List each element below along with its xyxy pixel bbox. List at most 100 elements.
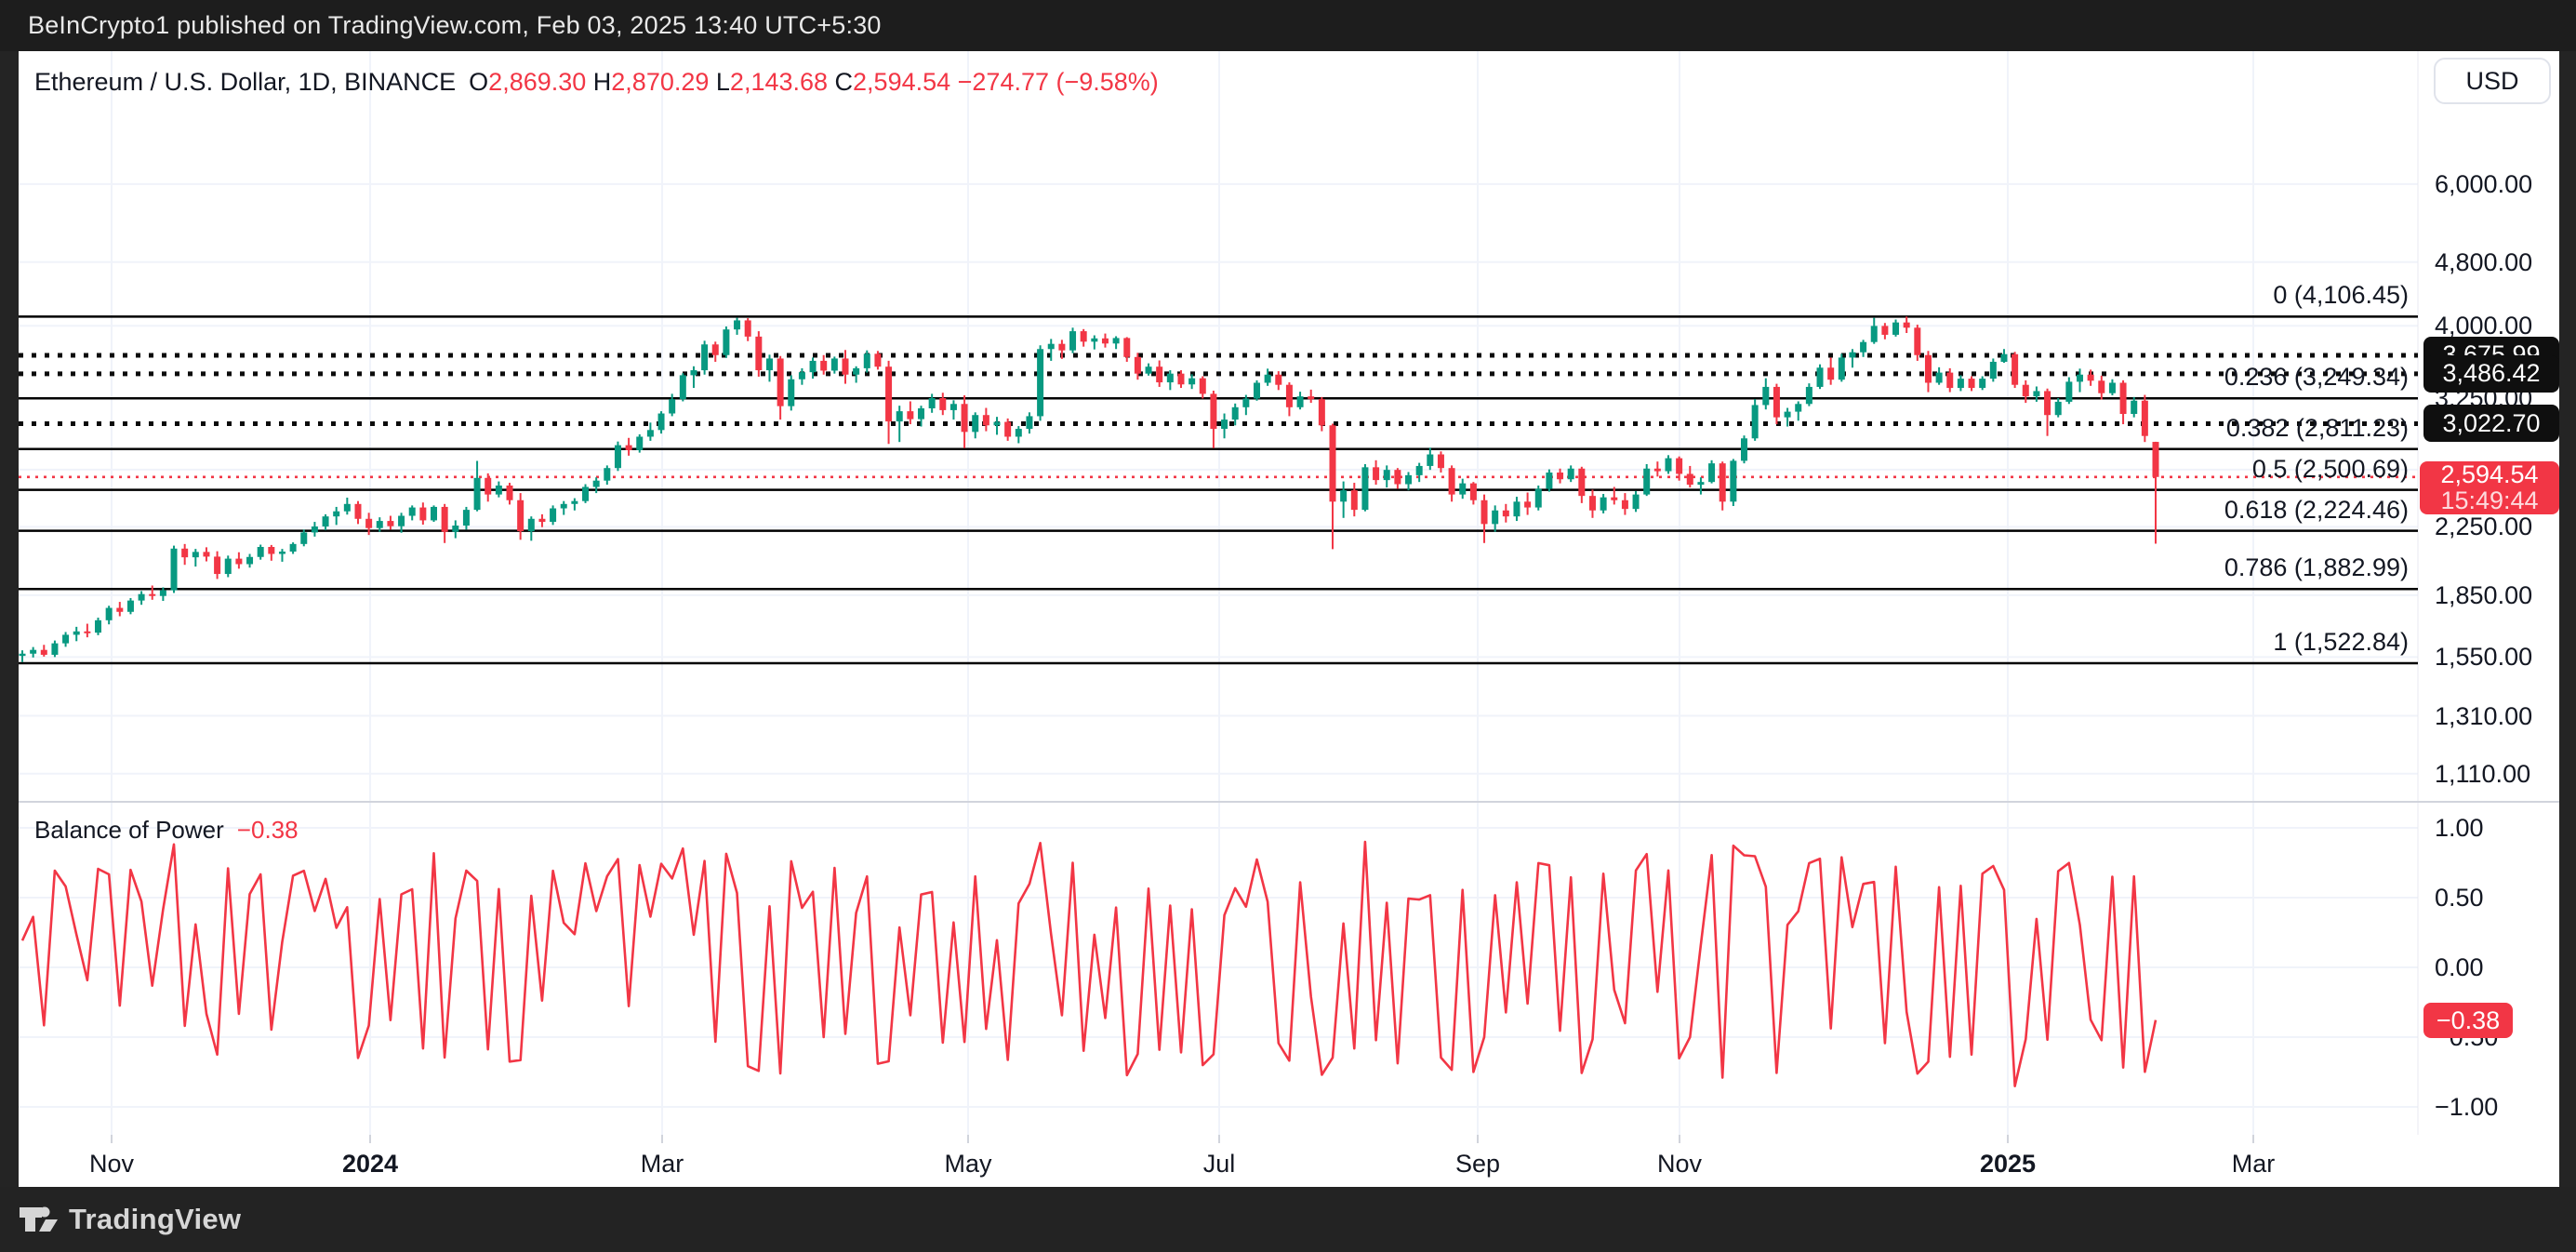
candle-body-up	[1730, 460, 1736, 501]
candle-body-down	[1081, 331, 1087, 341]
candle-body-up	[1242, 398, 1249, 406]
price-tick-label[interactable]: 1,110.00	[2435, 760, 2530, 788]
candle-body-up	[463, 510, 470, 526]
candle-body-down	[1449, 468, 1455, 494]
candle-body-up	[1892, 323, 1899, 335]
candle-body-up	[1297, 396, 1304, 407]
ohlc-key: O	[469, 68, 488, 96]
candle-body-down	[874, 353, 881, 366]
candle-body-up	[1459, 484, 1466, 495]
price-tick-label[interactable]: 6,000.00	[2435, 170, 2532, 198]
candle-body-down	[1210, 393, 1216, 429]
candle-body-down	[1177, 374, 1184, 385]
price-tick-label[interactable]: 1,850.00	[2435, 581, 2532, 609]
candle-body-up	[452, 526, 458, 532]
candle-body-down	[1438, 455, 1444, 469]
tradingview-brand[interactable]: TradingView	[19, 1201, 241, 1238]
candle-body-up	[312, 526, 318, 532]
price-tick-label[interactable]: 4,800.00	[2435, 248, 2532, 276]
candle-body-down	[1135, 357, 1141, 374]
candle-body-up	[1708, 463, 1715, 482]
candle-body-down	[745, 320, 751, 336]
candle-body-down	[1589, 496, 1596, 511]
candle-body-up	[1427, 455, 1433, 466]
candle-body-up	[1535, 489, 1542, 508]
candle-body-up	[1221, 420, 1228, 429]
candle-body-up	[1860, 342, 1866, 353]
indicator-tick-label[interactable]: 1.00	[2435, 814, 2484, 842]
candle-body-up	[323, 516, 329, 526]
candle-body-down	[387, 521, 393, 526]
candle-body-down	[2142, 401, 2148, 436]
candle-body-up	[20, 654, 26, 656]
price-tick-label[interactable]: 1,550.00	[2435, 643, 2532, 671]
candle-body-up	[1785, 412, 1791, 418]
candle-body-up	[2055, 402, 2062, 415]
candle-body-down	[842, 358, 848, 374]
candle-body-up	[1048, 344, 1055, 350]
candle-body-down	[1200, 379, 1206, 394]
price-tick-label[interactable]: 1,310.00	[2435, 702, 2532, 730]
indicator-tick-label[interactable]: 0.00	[2435, 953, 2484, 981]
candle-body-down	[1004, 422, 1011, 437]
candle-body-down	[1654, 469, 1661, 472]
fib-level-label: 0.236 (3,249.34)	[2224, 365, 2409, 390]
candle-body-down	[2153, 442, 2159, 477]
ohlc-value: 2,870.29	[611, 68, 716, 96]
time-tick-label[interactable]: Mar	[2232, 1150, 2276, 1179]
indicator-tick-label[interactable]: −1.00	[2435, 1093, 2498, 1121]
fib-level-label: 1 (1,522.84)	[2273, 630, 2409, 655]
candle-body-down	[235, 559, 242, 565]
time-tick-label[interactable]: 2025	[1980, 1150, 2036, 1179]
candle-body-down	[442, 507, 448, 532]
time-tick-label[interactable]: Mar	[641, 1150, 684, 1179]
candle-body-up	[701, 344, 708, 370]
candle-body-down	[485, 478, 491, 495]
candle-body-up	[1762, 387, 1769, 406]
time-tick-label[interactable]: May	[944, 1150, 991, 1179]
candle-body-up	[496, 486, 502, 495]
candle-body-up	[972, 415, 978, 432]
candle-body-up	[95, 620, 101, 633]
candle-body-up	[127, 601, 134, 612]
chart-canvas[interactable]	[19, 51, 2559, 1187]
candle-body-up	[788, 380, 794, 406]
candle-body-up	[2109, 382, 2116, 393]
currency-toggle-button[interactable]: USD	[2434, 58, 2551, 104]
candle-body-down	[1394, 470, 1401, 484]
candle-body-down	[1308, 396, 1314, 399]
candle-body-up	[853, 368, 859, 375]
candle-body-up	[1936, 373, 1943, 383]
indicator-tick-label[interactable]: 0.50	[2435, 884, 2484, 912]
candle-body-up	[1958, 379, 1964, 388]
time-tick-label[interactable]: Jul	[1203, 1150, 1236, 1179]
price-tick-label[interactable]: 2,250.00	[2435, 513, 2532, 540]
ohlc-value: 2,594.54	[853, 68, 958, 96]
publisher-bar: BeInCrypto1 published on TradingView.com…	[0, 0, 2576, 51]
time-tick-label[interactable]: Sep	[1455, 1150, 1500, 1179]
change-value: −274.77 (−9.58%)	[958, 68, 1159, 96]
candle-body-up	[1113, 338, 1120, 343]
candle-body-up	[246, 557, 253, 565]
time-tick-label[interactable]: 2024	[342, 1150, 398, 1179]
candle-body-down	[538, 519, 545, 522]
candle-body-up	[2065, 381, 2072, 402]
candle-body-down	[983, 415, 989, 425]
candle-body-up	[1254, 382, 1260, 398]
symbol-title[interactable]: Ethereum / U.S. Dollar, 1D, BINANCE	[34, 68, 456, 96]
time-tick-label[interactable]: Nov	[1657, 1150, 1702, 1179]
candle-body-up	[2077, 375, 2083, 382]
candle-body-up	[1016, 429, 1022, 436]
candle-body-down	[1720, 463, 1726, 501]
indicator-name[interactable]: Balance of Power	[34, 816, 224, 844]
candle-body-down	[2120, 382, 2127, 414]
candle-body-up	[73, 632, 80, 635]
candle-body-up	[62, 634, 69, 643]
ohlc-value: 2,143.68	[730, 68, 835, 96]
candle-body-up	[1546, 473, 1552, 489]
time-tick-label[interactable]: Nov	[89, 1150, 134, 1179]
last-price-badge: 2,594.5415:49:44	[2420, 461, 2559, 514]
candle-body-down	[2088, 375, 2094, 381]
price-tick-label[interactable]: 4,000.00	[2435, 312, 2532, 340]
candle-body-up	[766, 358, 773, 370]
